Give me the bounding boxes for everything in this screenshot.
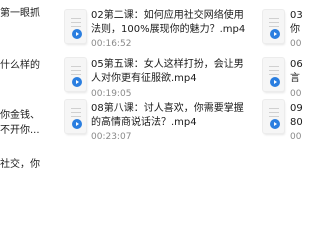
play-badge-icon [270, 29, 280, 39]
file-item-02[interactable]: 02第二课：如何应用社交网络使用 法则，100%展现你的魅力？.mp4 00:1… [60, 0, 270, 55]
file-name-line1: 03 [290, 10, 303, 21]
file-duration: 00 [290, 132, 302, 142]
file-item-03[interactable]: 03 你 00 [263, 0, 303, 55]
file-item-left-2[interactable]: 什么样的 [0, 50, 60, 95]
video-file-icon [263, 58, 284, 91]
file-name-line1: 06 [290, 59, 303, 70]
play-badge-icon [72, 77, 82, 87]
video-file-icon [65, 10, 86, 43]
file-item-09[interactable]: 09 80 00 [263, 95, 303, 150]
play-badge-icon [72, 119, 82, 129]
file-duration: 00:16:52 [91, 39, 132, 49]
file-name-line2: 你 [290, 24, 300, 35]
file-name-line2: 言 [290, 73, 300, 84]
file-name-line1: 02第二课：如何应用社交网络使用 [91, 10, 244, 21]
file-name-line1: 第一眼抓 [0, 8, 40, 19]
file-name-line1: 社交，你 [0, 159, 40, 170]
file-name-line1: 05第五课：女人这样打扮，会让男 [91, 59, 244, 70]
file-duration: 00 [290, 39, 302, 49]
file-name-line1: 你金钱、 [0, 110, 40, 121]
file-duration: 00:23:07 [91, 132, 132, 142]
file-name-line2: 的高情商说话法？.mp4 [91, 117, 197, 128]
video-file-icon [263, 100, 284, 133]
file-name-line2: 法则，100%展现你的魅力？.mp4 [91, 24, 246, 35]
play-badge-icon [270, 77, 280, 87]
file-name-line1: 08第八课：讨人喜欢，你需要掌握 [91, 103, 244, 114]
file-item-left-3[interactable]: 你金钱、 不开你... [0, 95, 60, 150]
file-name-line2: 不开你... [0, 125, 40, 136]
file-name-line1: 09 [290, 103, 303, 114]
play-badge-icon [270, 119, 280, 129]
file-item-left-4[interactable]: 社交，你 [0, 150, 60, 200]
file-item-left-1[interactable]: 第一眼抓 [0, 0, 60, 50]
play-badge-icon [72, 29, 82, 39]
video-file-icon [65, 100, 86, 133]
file-name-line2: 人对你更有征服欲.mp4 [91, 73, 197, 84]
file-name-line1: 什么样的 [0, 60, 40, 71]
video-file-icon [65, 58, 86, 91]
file-name-line2: 80 [290, 117, 303, 128]
video-file-icon [263, 10, 284, 43]
file-item-08[interactable]: 08第八课：讨人喜欢，你需要掌握 的高情商说话法？.mp4 00:23:07 [60, 95, 270, 150]
